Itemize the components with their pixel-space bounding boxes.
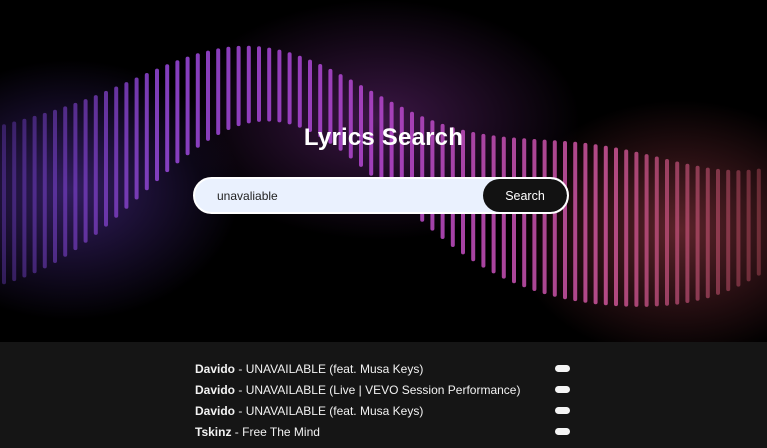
- wave-bar: [563, 141, 567, 300]
- search-button[interactable]: Search: [483, 179, 567, 212]
- result-artist: Davido: [195, 404, 236, 418]
- get-lyrics-button[interactable]: [555, 428, 570, 435]
- wave-bar: [277, 49, 282, 123]
- wave-bar: [216, 48, 221, 135]
- wave-bar: [165, 64, 170, 173]
- wave-bar: [532, 139, 537, 291]
- wave-bar: [603, 145, 608, 306]
- wave-bar: [226, 46, 231, 130]
- wave-bar: [583, 142, 588, 303]
- result-song-title: UNAVAILABLE (feat. Musa Keys): [245, 362, 424, 376]
- wave-bar: [257, 46, 261, 122]
- page-title: Lyrics Search: [303, 124, 464, 151]
- wave-bar: [644, 154, 649, 307]
- wave-bar: [93, 95, 98, 235]
- wave-bar: [624, 149, 629, 307]
- results-list: Davido - UNAVAILABLE (feat. Musa Keys) D…: [195, 361, 570, 445]
- get-lyrics-button[interactable]: [555, 407, 570, 414]
- sound-wave-graphic: [0, 0, 767, 342]
- wave-bar: [542, 139, 547, 295]
- wave-bar: [614, 147, 618, 307]
- wave-bar: [695, 165, 700, 301]
- wave-bar: [246, 45, 251, 124]
- result-separator: -: [235, 383, 246, 397]
- wave-bar: [675, 161, 680, 305]
- wave-bar: [593, 144, 598, 305]
- wave-bar: [665, 159, 669, 306]
- wave-bar: [654, 156, 659, 307]
- result-separator: -: [235, 404, 246, 418]
- wave-bar: [308, 59, 312, 132]
- wave-bar: [236, 45, 241, 127]
- result-separator: -: [235, 362, 246, 376]
- result-song-title: Free The Mind: [242, 425, 320, 439]
- wave-bar: [114, 86, 119, 218]
- result-artist: Davido: [195, 362, 236, 376]
- get-lyrics-button[interactable]: [555, 365, 570, 372]
- wave-bar: [573, 141, 578, 302]
- result-artist: Tskinz: [195, 425, 232, 439]
- search-input[interactable]: [195, 179, 485, 212]
- wave-bar: [746, 169, 751, 282]
- wave-bar: [736, 170, 741, 287]
- get-lyrics-button[interactable]: [555, 386, 570, 393]
- wave-bar: [287, 52, 292, 125]
- wave-bar: [685, 163, 690, 303]
- wave-bar: [552, 140, 557, 297]
- wave-bar: [297, 55, 302, 128]
- wave-bar: [716, 168, 720, 295]
- result-row: Davido - UNAVAILABLE (feat. Musa Keys): [195, 403, 570, 424]
- result-row: Davido - UNAVAILABLE (Live | VEVO Sessio…: [195, 382, 570, 403]
- result-song-title: UNAVAILABLE (feat. Musa Keys): [245, 404, 424, 418]
- result-row: Tskinz - Free The Mind: [195, 424, 570, 445]
- wave-bar: [634, 151, 639, 307]
- result-row: Davido - UNAVAILABLE (feat. Musa Keys): [195, 361, 570, 382]
- wave-bar: [756, 168, 761, 276]
- wave-bar: [83, 99, 88, 243]
- search-form: Search: [193, 177, 569, 214]
- results-panel: Davido - UNAVAILABLE (feat. Musa Keys) D…: [0, 342, 767, 448]
- result-song-title: UNAVAILABLE (Live | VEVO Session Perform…: [245, 383, 521, 397]
- wave-bar: [104, 90, 108, 227]
- wave-bar: [726, 169, 731, 292]
- result-artist: Davido: [195, 383, 236, 397]
- wave-bar: [267, 47, 272, 122]
- hero-banner: Lyrics Search Search: [0, 0, 767, 342]
- result-separator: -: [231, 425, 243, 439]
- wave-bar: [705, 167, 710, 299]
